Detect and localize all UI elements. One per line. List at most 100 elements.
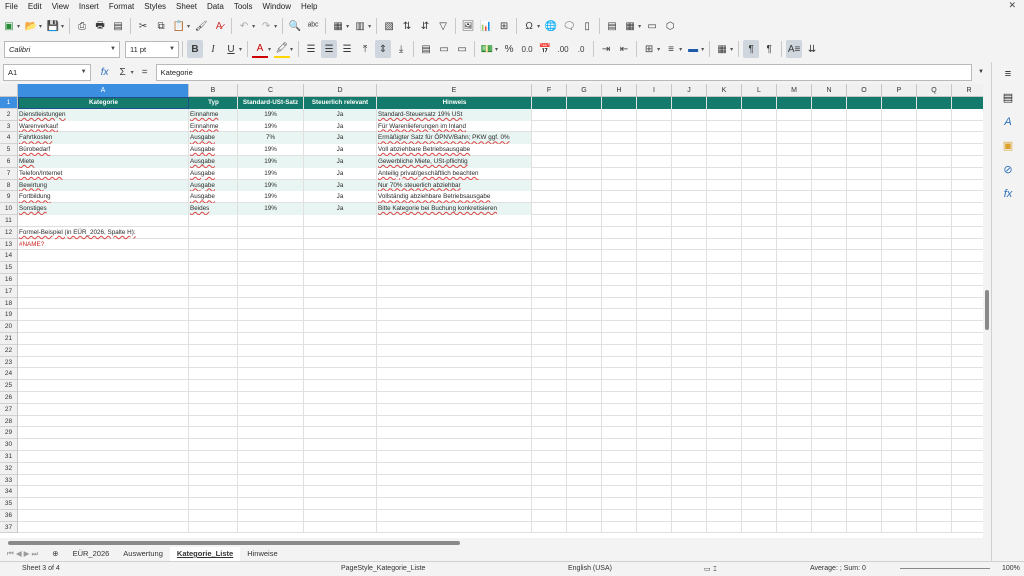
cell-R29[interactable]	[952, 427, 983, 439]
cell-P36[interactable]	[882, 509, 917, 522]
cell-Q8[interactable]	[917, 179, 952, 192]
cell-E14[interactable]	[377, 250, 532, 263]
cell-O6[interactable]	[847, 155, 882, 168]
cell-A3[interactable]: Warenverkauf	[18, 120, 189, 133]
cell-C23[interactable]	[238, 356, 304, 369]
cell-D21[interactable]	[304, 332, 377, 345]
row-header-35[interactable]: 35	[0, 498, 17, 510]
cell-M35[interactable]	[777, 498, 812, 510]
cell-G4[interactable]	[567, 132, 602, 145]
cell-H1[interactable]	[602, 97, 637, 109]
cell-M23[interactable]	[777, 356, 812, 369]
cell-G35[interactable]	[567, 498, 602, 510]
cell-A30[interactable]	[18, 439, 189, 451]
vertical-scrollbar[interactable]	[983, 84, 991, 538]
cell-F23[interactable]	[532, 356, 567, 369]
cell-J36[interactable]	[672, 509, 707, 522]
row-header-1[interactable]: 1	[0, 97, 17, 109]
cell-O1[interactable]	[847, 97, 882, 109]
cell-M26[interactable]	[777, 391, 812, 404]
column-header-M[interactable]: M	[777, 84, 812, 97]
cell-B8[interactable]: Ausgabe	[189, 179, 238, 192]
cell-F32[interactable]	[532, 462, 567, 475]
borders-icon[interactable]: ⊞	[641, 40, 657, 58]
cell-H14[interactable]	[602, 250, 637, 263]
cell-B24[interactable]	[189, 368, 238, 381]
cell-L36[interactable]	[742, 509, 777, 522]
cell-K7[interactable]	[707, 167, 742, 180]
header-footer-icon[interactable]: ▯	[579, 17, 595, 35]
cell-N8[interactable]	[812, 179, 847, 192]
cell-A9[interactable]: Fortbildung	[18, 191, 189, 204]
cell-Q17[interactable]	[917, 285, 952, 298]
cell-H5[interactable]	[602, 144, 637, 156]
cell-G3[interactable]	[567, 120, 602, 133]
cell-D37[interactable]	[304, 521, 377, 534]
cell-N11[interactable]	[812, 214, 847, 227]
cell-R20[interactable]	[952, 321, 983, 333]
cell-F25[interactable]	[532, 380, 567, 392]
cell-Q2[interactable]	[917, 108, 952, 121]
cell-A21[interactable]	[18, 332, 189, 345]
cell-E21[interactable]	[377, 332, 532, 345]
cell-J13[interactable]	[672, 238, 707, 251]
cell-A18[interactable]	[18, 297, 189, 310]
cell-F6[interactable]	[532, 155, 567, 168]
cell-D1[interactable]: Steuerlich relevant	[304, 97, 377, 109]
cell-B4[interactable]: Ausgabe	[189, 132, 238, 145]
cell-P20[interactable]	[882, 321, 917, 333]
cell-R12[interactable]	[952, 227, 983, 239]
cell-G30[interactable]	[567, 439, 602, 451]
cell-A25[interactable]	[18, 380, 189, 392]
border-style-icon[interactable]: ≡	[663, 40, 679, 58]
cell-D3[interactable]: Ja	[304, 120, 377, 133]
cell-E18[interactable]	[377, 297, 532, 310]
cell-I2[interactable]	[637, 108, 672, 121]
cell-Q16[interactable]	[917, 273, 952, 286]
cell-I17[interactable]	[637, 285, 672, 298]
cell-P18[interactable]	[882, 297, 917, 310]
cell-L34[interactable]	[742, 486, 777, 499]
cell-B17[interactable]	[189, 285, 238, 298]
cell-R31[interactable]	[952, 451, 983, 463]
cell-I22[interactable]	[637, 344, 672, 357]
cell-I29[interactable]	[637, 427, 672, 440]
cell-L32[interactable]	[742, 462, 777, 475]
align-left-icon[interactable]: ☰	[303, 40, 319, 58]
cell-L7[interactable]	[742, 167, 777, 180]
cell-C33[interactable]	[238, 474, 304, 487]
cell-C37[interactable]	[238, 521, 304, 534]
cell-R22[interactable]	[952, 345, 983, 357]
wrap-text-icon[interactable]: ▤	[418, 40, 434, 58]
cell-N28[interactable]	[812, 415, 847, 428]
cell-K29[interactable]	[707, 427, 742, 440]
paste-icon[interactable]: 📋	[171, 17, 187, 35]
cell-K13[interactable]	[707, 238, 742, 251]
decrease-indent-icon[interactable]: ⇤	[616, 40, 632, 58]
styles-icon[interactable]: A	[1000, 114, 1016, 130]
cell-M36[interactable]	[777, 509, 812, 522]
cell-I19[interactable]	[637, 309, 672, 322]
print-icon[interactable]: 🖶	[92, 17, 108, 35]
cell-N10[interactable]	[812, 203, 847, 215]
row-header-7[interactable]: 7	[0, 168, 17, 180]
cell-G33[interactable]	[567, 474, 602, 487]
cell-P9[interactable]	[882, 191, 917, 204]
cell-O12[interactable]	[847, 226, 882, 239]
cell-E28[interactable]	[377, 415, 532, 428]
cell-B34[interactable]	[189, 486, 238, 499]
cell-J8[interactable]	[672, 179, 707, 192]
cell-O31[interactable]	[847, 450, 882, 463]
column-header-L[interactable]: L	[742, 84, 777, 97]
cell-J9[interactable]	[672, 191, 707, 204]
cell-O35[interactable]	[847, 498, 882, 510]
menu-format[interactable]: Format	[104, 0, 139, 14]
cell-N22[interactable]	[812, 344, 847, 357]
cell-N27[interactable]	[812, 403, 847, 416]
cell-F22[interactable]	[532, 344, 567, 357]
left-to-right-icon[interactable]: ¶	[743, 40, 760, 58]
cell-N29[interactable]	[812, 427, 847, 440]
zoom-level[interactable]: 100%	[1002, 565, 1020, 572]
cell-E4[interactable]: Ermäßigter Satz für ÖPNV/Bahn; PKW ggf. …	[377, 132, 532, 145]
cell-H34[interactable]	[602, 486, 637, 499]
